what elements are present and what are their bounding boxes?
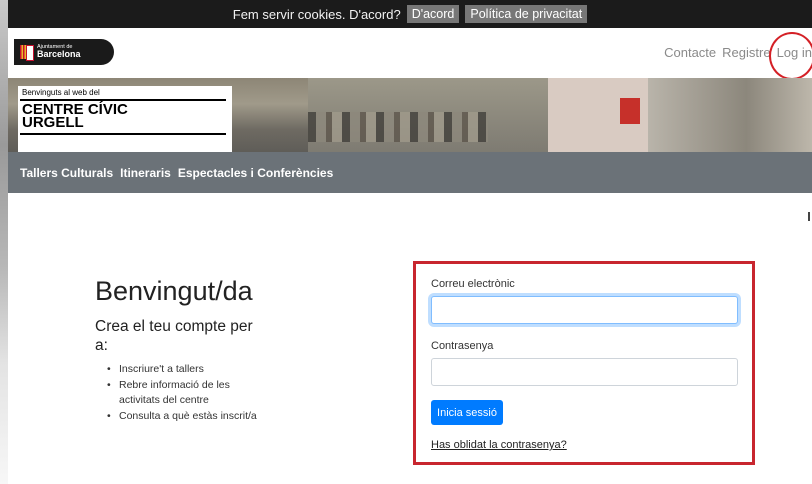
contact-link[interactable]: Contacte bbox=[664, 45, 716, 60]
welcome-subtitle: Crea el teu compte per a: bbox=[95, 318, 253, 354]
email-label: Correu electrònic bbox=[431, 278, 515, 290]
login-button[interactable]: Inicia sessió bbox=[431, 400, 503, 425]
background-image-strip bbox=[0, 0, 8, 484]
nav-item-tallers[interactable]: Tallers Culturals bbox=[20, 166, 113, 180]
site-header: Ajuntament de Barcelona Contacte Registr… bbox=[8, 28, 812, 78]
privacy-policy-button[interactable]: Política de privacitat bbox=[465, 5, 588, 23]
password-label: Contrasenya bbox=[431, 340, 494, 352]
barcelona-shield-icon bbox=[20, 45, 34, 61]
banner-title-plate: Benvinguts al web del CENTRE CÍVIC URGEL… bbox=[18, 86, 232, 152]
logo-line2: Barcelona bbox=[37, 49, 81, 60]
banner-small-text: Benvinguts al web del bbox=[22, 88, 100, 97]
banner-title: CENTRE CÍVIC URGELL bbox=[22, 102, 128, 130]
list-item: Inscriure't a tallers bbox=[107, 362, 273, 378]
forgot-password-link[interactable]: Has oblidat la contrasenya? bbox=[431, 439, 567, 451]
welcome-title: Benvingut/da bbox=[95, 276, 253, 306]
banner-rule bbox=[20, 133, 226, 135]
login-form: Correu electrònic Contrasenya Inicia ses… bbox=[413, 261, 755, 465]
register-link[interactable]: Registre bbox=[722, 45, 770, 60]
banner-people bbox=[308, 112, 488, 142]
ajuntament-logo[interactable]: Ajuntament de Barcelona bbox=[14, 39, 114, 65]
cookie-message: Fem servir cookies. D'acord? bbox=[232, 6, 401, 22]
main-nav: Tallers Culturals Itineraris Espectacles… bbox=[8, 152, 812, 193]
nav-item-itineraris[interactable]: Itineraris bbox=[120, 166, 171, 180]
password-field[interactable] bbox=[431, 358, 738, 386]
banner-image: Benvinguts al web del CENTRE CÍVIC URGEL… bbox=[8, 78, 812, 152]
scroll-indicator bbox=[808, 212, 810, 221]
cookie-bar: Fem servir cookies. D'acord? D'acord Pol… bbox=[8, 0, 812, 28]
login-highlight-circle bbox=[769, 32, 812, 80]
benefits-list: Inscriure't a tallers Rebre informació d… bbox=[107, 362, 273, 425]
email-field[interactable] bbox=[431, 296, 738, 324]
nav-item-espectacles[interactable]: Espectacles i Conferències bbox=[178, 166, 333, 180]
cookie-accept-button[interactable]: D'acord bbox=[406, 5, 460, 23]
list-item: Consulta a què estàs inscrit/a bbox=[107, 409, 273, 425]
list-item: Rebre informació de les activitats del c… bbox=[107, 378, 273, 409]
